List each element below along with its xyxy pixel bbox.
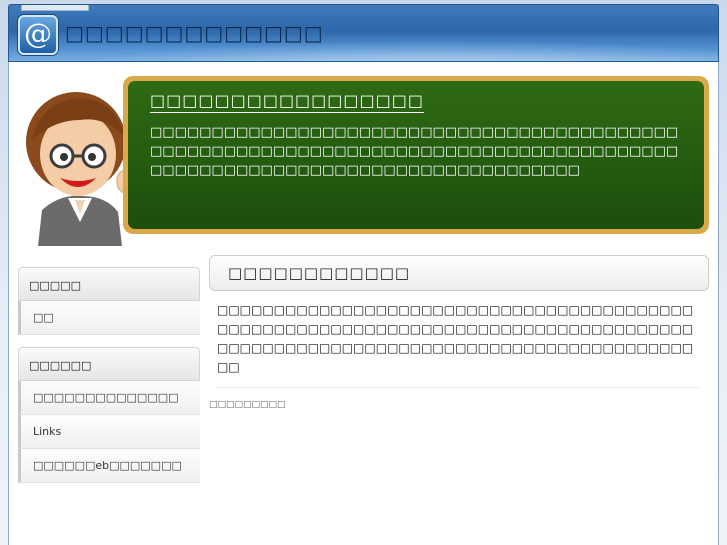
board-title-link[interactable]: □□□□□□□□□□□□□□□□□ [150,91,424,113]
sidebar-item-2-3[interactable]: □□□□□□eb□□□□□□□ [18,449,200,483]
site-title[interactable]: □□□□□□□□□□□□□ [65,21,324,45]
sidebar-item-links[interactable]: Links [18,415,200,449]
main-text: □□□□□□□□□□□□□□□□□□□□□□□□□□□□□□□□□□□□□□□□… [217,303,694,374]
main-heading: □□□□□□□□□□□□ [209,255,709,291]
board-text: □□□□□□□□□□□□□□□□□□□□□□□□□□□□□□□□□□□□□□□□… [150,125,679,178]
at-sign-logo-icon[interactable]: @ [18,15,58,55]
dotted-divider [217,387,699,388]
sidebar-item-1-1[interactable]: □□ [18,301,200,335]
blackboard-surface: □□□□□□□□□□□□□□□□□ □□□□□□□□□□□□□□□□□□□□□□… [128,81,704,229]
sidebar-item-2-1[interactable]: □□□□□□□□□□□□□□ [18,381,200,415]
footnote-text: □□□□□□□□□ [209,400,286,410]
site-header: @ □□□□□□□□□□□□□ [8,4,719,62]
sidebar-heading-1: □□□□□ [18,267,200,301]
sidebar: □□□□□ □□ □□□□□□ □□□□□□□□□□□□□□ Links □□□… [18,267,200,483]
sidebar-heading-2: □□□□□□ [18,347,200,381]
blackboard-banner: □□□□□□□□□□□□□□□□□ □□□□□□□□□□□□□□□□□□□□□□… [123,76,709,234]
browser-tab-stub [21,5,89,11]
main-content: □□□□□□□□□□□□ □□□□□□□□□□□□□□□□□□□□□□□□□□□… [209,255,709,410]
